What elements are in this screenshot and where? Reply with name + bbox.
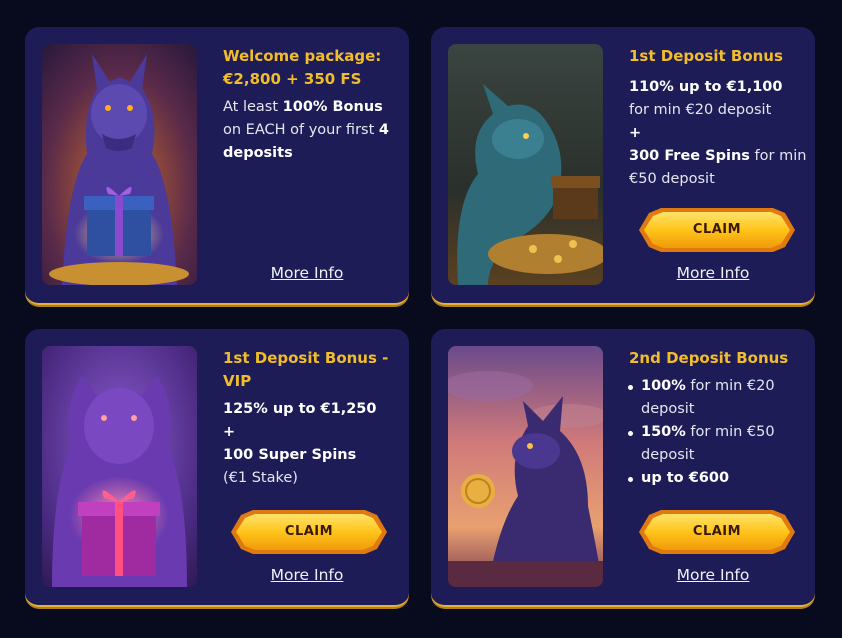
bonus-bullet-list: 100% for min €20 deposit 150% for min €5… — [619, 375, 807, 490]
bonus-card-second-deposit: 2nd Deposit Bonus 100% for min €20 depos… — [431, 329, 815, 607]
more-info-link[interactable]: More Info — [237, 566, 377, 584]
claim-button-label: CLAIM — [284, 524, 334, 539]
claim-button[interactable]: CLAIM — [639, 208, 795, 252]
bullet-item: up to €600 — [619, 467, 807, 490]
more-info-link[interactable]: More Info — [643, 264, 783, 282]
card-title: 2nd Deposit Bonus — [629, 349, 789, 367]
card-description: At least 100% Bonus on EACH of your firs… — [223, 99, 389, 161]
more-info-link[interactable]: More Info — [237, 264, 377, 282]
card-title: Welcome package: €2,800 + 350 FS — [223, 47, 382, 88]
card-title: 1st Deposit Bonus — [629, 47, 783, 65]
bonus-card-first-deposit: 1st Deposit Bonus 110% up to €1,100 for … — [431, 27, 815, 305]
card-description: 110% up to €1,100 for min €20 deposit + … — [629, 79, 807, 187]
card-description: 125% up to €1,250 + 100 Super Spins (€1 … — [223, 401, 377, 486]
claim-button-label: CLAIM — [692, 222, 742, 237]
claim-button-label: CLAIM — [692, 524, 742, 539]
bonus-card-first-deposit-vip: 1st Deposit Bonus - VIP 125% up to €1,25… — [25, 329, 409, 607]
bullet-item: 150% for min €50 deposit — [619, 421, 807, 467]
bonus-card-welcome: Welcome package: €2,800 + 350 FS At leas… — [25, 27, 409, 305]
claim-button[interactable]: CLAIM — [231, 510, 387, 554]
bullet-item: 100% for min €20 deposit — [619, 375, 807, 421]
dragon-with-treasure-icon — [448, 44, 603, 285]
dragon-with-coin-icon — [448, 346, 603, 587]
purple-dragon-with-gift-icon — [42, 346, 197, 587]
card-title: 1st Deposit Bonus - VIP — [223, 349, 389, 390]
claim-button[interactable]: CLAIM — [639, 510, 795, 554]
dragon-with-gift-icon — [42, 44, 197, 285]
more-info-link[interactable]: More Info — [643, 566, 783, 584]
